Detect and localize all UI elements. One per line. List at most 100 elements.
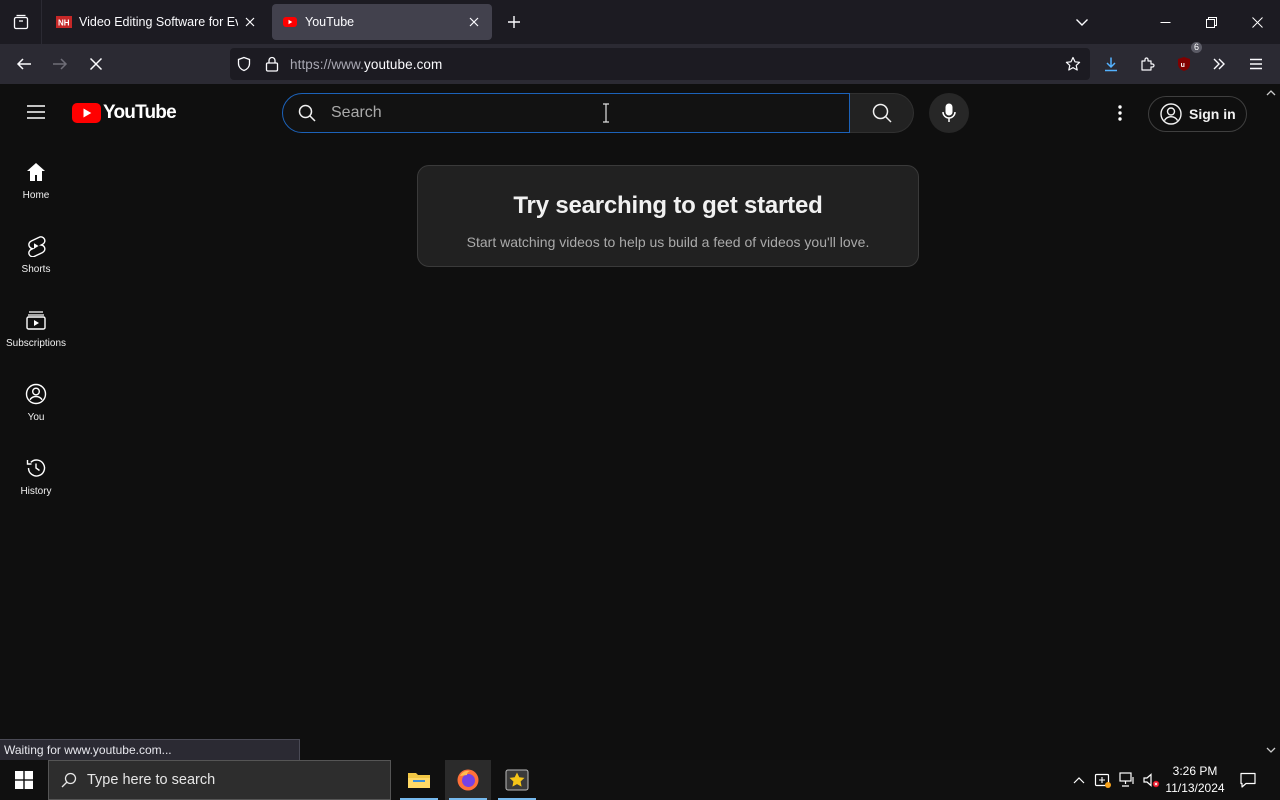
account-circle-icon xyxy=(1160,103,1182,125)
guide-sidebar: Home Shorts Subscriptions You History xyxy=(0,148,72,518)
youtube-play-logo-icon xyxy=(72,103,101,123)
tab-list-button[interactable] xyxy=(0,0,42,44)
youtube-page: YouTube Sign in Home Shorts xyxy=(0,84,1280,760)
tracking-protection-shield-icon[interactable] xyxy=(230,48,258,80)
more-tools-button[interactable] xyxy=(1203,48,1235,80)
minimize-button[interactable] xyxy=(1142,0,1188,44)
double-chevron-right-icon xyxy=(1213,58,1225,70)
tab-video-editing[interactable]: NH Video Editing Software for Every xyxy=(46,4,268,40)
guide-item-home[interactable]: Home xyxy=(0,148,72,222)
restore-button[interactable] xyxy=(1188,0,1234,44)
taskbar-search-placeholder: Type here to search xyxy=(87,772,216,788)
taskbar-clock[interactable]: 3:26 PM 11/13/2024 xyxy=(1160,763,1230,797)
tab-close-icon[interactable] xyxy=(466,14,482,30)
prompt-title: Try searching to get started xyxy=(513,192,823,219)
ublock-extension-button[interactable]: u 6 xyxy=(1168,42,1202,80)
windows-taskbar: Type here to search 3:26 PM 11/13/2024 xyxy=(0,760,1280,800)
network-button[interactable] xyxy=(1116,760,1138,800)
extensions-button[interactable] xyxy=(1132,48,1164,80)
history-icon xyxy=(24,456,48,480)
notification-icon xyxy=(1240,772,1256,788)
stop-loading-button[interactable] xyxy=(80,48,112,80)
you-icon xyxy=(24,382,48,406)
tab-list-icon xyxy=(13,14,28,30)
url-protocol: https://www. xyxy=(290,56,364,72)
back-button[interactable] xyxy=(8,48,40,80)
close-window-button[interactable] xyxy=(1234,0,1280,44)
voice-search-button[interactable] xyxy=(929,93,969,133)
guide-item-shorts[interactable]: Shorts xyxy=(0,222,72,296)
volume-button[interactable] xyxy=(1140,760,1162,800)
app-menu-button[interactable] xyxy=(1240,48,1272,80)
video-editor-taskbar-button[interactable] xyxy=(494,760,540,800)
youtube-logo[interactable]: YouTube xyxy=(72,102,177,124)
action-center-button[interactable] xyxy=(1234,760,1262,800)
windows-logo-icon xyxy=(15,771,33,789)
hamburger-icon xyxy=(27,105,45,119)
forward-button[interactable] xyxy=(44,48,76,80)
search-icon xyxy=(283,104,331,122)
empty-feed-prompt: Try searching to get started Start watch… xyxy=(417,165,919,267)
ublock-shield-icon: u xyxy=(1178,57,1190,71)
tab-close-icon[interactable] xyxy=(242,14,258,30)
minimize-icon xyxy=(1160,21,1170,23)
svg-text:NH: NH xyxy=(58,19,70,28)
microphone-icon xyxy=(942,103,956,122)
address-bar[interactable]: https://www.youtube.com xyxy=(230,48,1090,80)
video-editor-star-icon xyxy=(505,769,529,791)
bookmark-star-button[interactable] xyxy=(1057,48,1089,80)
subscriptions-icon xyxy=(24,308,48,332)
hamburger-icon xyxy=(1250,58,1262,70)
guide-item-label: Shorts xyxy=(21,264,51,275)
svg-text:u: u xyxy=(1181,62,1185,69)
scroll-up-arrow-icon[interactable] xyxy=(1265,87,1277,99)
show-hidden-icons-button[interactable] xyxy=(1068,760,1090,800)
stop-icon xyxy=(89,57,103,71)
guide-item-history[interactable]: History xyxy=(0,444,72,518)
settings-more-button[interactable] xyxy=(1100,93,1140,133)
list-all-tabs-button[interactable] xyxy=(1068,8,1096,36)
guide-menu-button[interactable] xyxy=(16,92,56,132)
new-tab-button[interactable] xyxy=(500,8,528,36)
puzzle-icon xyxy=(1141,57,1155,71)
guide-item-label: History xyxy=(20,486,52,497)
clock-time: 3:26 PM xyxy=(1172,764,1218,778)
start-button[interactable] xyxy=(0,760,48,800)
guide-item-subscriptions[interactable]: Subscriptions xyxy=(0,296,72,370)
guide-item-you[interactable]: You xyxy=(0,370,72,444)
firefox-taskbar-button[interactable] xyxy=(445,760,491,800)
youtube-logo-text: YouTube xyxy=(103,102,177,123)
url-domain: youtube.com xyxy=(363,56,443,72)
volume-muted-icon xyxy=(1143,773,1160,788)
guide-item-label: Home xyxy=(22,190,50,201)
vertical-dots-icon xyxy=(1118,105,1122,121)
browser-status-bar: Waiting for www.youtube.com... xyxy=(0,739,300,760)
file-explorer-taskbar-button[interactable] xyxy=(396,760,442,800)
text-cursor-icon xyxy=(603,103,609,123)
shorts-icon xyxy=(24,234,48,258)
search-input[interactable] xyxy=(331,104,811,122)
search-box[interactable] xyxy=(282,93,850,133)
search-icon xyxy=(872,103,892,123)
extension-badge: 6 xyxy=(1190,42,1202,53)
tab-title: Video Editing Software for Every xyxy=(79,15,238,29)
sign-in-label: Sign in xyxy=(1189,106,1236,122)
tray-update-button[interactable] xyxy=(1092,760,1114,800)
lock-icon[interactable] xyxy=(258,48,286,80)
taskbar-search-box[interactable]: Type here to search xyxy=(48,760,391,800)
guide-item-label: Subscriptions xyxy=(5,338,67,349)
downloads-button[interactable] xyxy=(1095,48,1127,80)
search-button[interactable] xyxy=(850,93,914,133)
tab-youtube[interactable]: YouTube xyxy=(272,4,492,40)
scroll-down-arrow-icon[interactable] xyxy=(1265,744,1277,756)
guide-item-label: You xyxy=(27,412,45,423)
network-icon xyxy=(1119,772,1134,787)
arrow-left-icon xyxy=(16,58,31,70)
prompt-body: Start watching videos to help us build a… xyxy=(466,234,870,250)
youtube-favicon-icon xyxy=(282,14,298,30)
update-notification-icon xyxy=(1094,773,1111,788)
nch-favicon-icon: NH xyxy=(56,14,72,30)
sign-in-button[interactable]: Sign in xyxy=(1148,96,1247,132)
download-icon xyxy=(1105,57,1117,72)
navigation-toolbar: https://www.youtube.com u 6 xyxy=(0,42,1280,84)
